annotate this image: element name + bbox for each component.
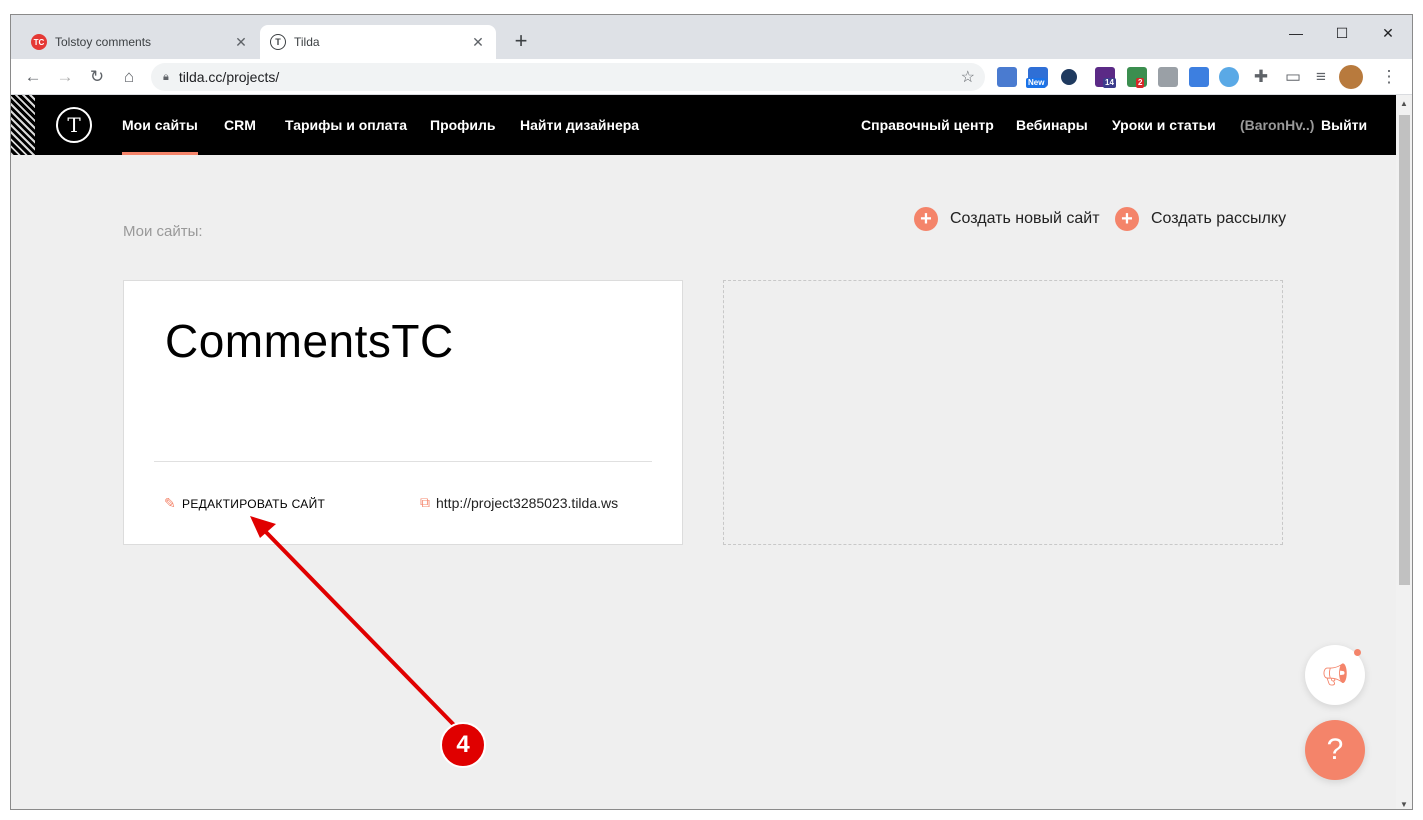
vertical-scrollbar[interactable]: ▲ ▼ [1396, 95, 1412, 809]
browser-window: TC Tolstoy comments ✕ T Tilda ✕ + — ☐ ✕ … [10, 14, 1413, 810]
tilda-favicon-icon: T [270, 34, 286, 50]
tilda-logo-icon[interactable]: T [56, 107, 92, 143]
edit-site-link[interactable]: ✎ РЕДАКТИРОВАТЬ САЙТ [164, 495, 325, 512]
project-title[interactable]: CommentsTC [165, 314, 454, 368]
tab-title: Tolstoy comments [55, 35, 152, 49]
cloud-extension-icon[interactable] [1219, 67, 1239, 87]
address-bar[interactable]: 🔒︎ tilda.cc/projects/ ☆ [151, 63, 985, 91]
user-name: (BaronHv..) [1240, 117, 1315, 133]
browser-toolbar: ← → ↻ ⌂ 🔒︎ tilda.cc/projects/ ☆ New 14 2… [11, 59, 1412, 95]
create-site-label: Создать новый сайт [950, 210, 1100, 227]
extension-icon[interactable] [1061, 69, 1077, 85]
section-title: Мои сайты: [123, 223, 203, 240]
site-url-link[interactable]: ⧉ http://project3285023.tilda.ws [420, 494, 618, 511]
tab-tolstoy-comments[interactable]: TC Tolstoy comments ✕ [21, 25, 259, 59]
tab-tilda[interactable]: T Tilda ✕ [260, 25, 496, 59]
menu-dots-icon[interactable]: ⋮ [1377, 65, 1401, 89]
nav-crm[interactable]: CRM [224, 95, 256, 155]
nav-my-sites[interactable]: Мои сайты [122, 95, 198, 155]
new-badge: New [1026, 78, 1047, 88]
scrollbar-thumb[interactable] [1399, 115, 1410, 585]
site-url-text: http://project3285023.tilda.ws [436, 494, 619, 511]
translate-extension-icon[interactable] [997, 67, 1017, 87]
nav-profile[interactable]: Профиль [430, 95, 496, 155]
count-badge: 2 [1136, 78, 1145, 88]
nav-tariffs[interactable]: Тарифы и оплата [285, 95, 407, 155]
close-icon[interactable]: ✕ [470, 34, 486, 51]
news-megaphone-button[interactable]: 📢︎ [1305, 645, 1365, 705]
count-badge: 14 [1103, 78, 1116, 88]
create-site-button[interactable]: + Создать новый сайт [914, 207, 1100, 231]
scroll-down-icon[interactable]: ▼ [1400, 800, 1408, 809]
help-button[interactable]: ? [1305, 720, 1365, 780]
plus-icon: + [1115, 207, 1139, 231]
mail-extension-icon[interactable]: 2 [1127, 67, 1147, 88]
external-link-icon: ⧉ [420, 494, 430, 510]
new-extension-icon[interactable]: New [1026, 67, 1048, 88]
nav-help-center[interactable]: Справочный центр [861, 95, 994, 155]
megaphone-icon: 📢︎ [1321, 662, 1349, 687]
tab-strip: TC Tolstoy comments ✕ T Tilda ✕ + — ☐ ✕ [11, 15, 1412, 59]
reload-icon[interactable]: ↻ [85, 65, 109, 89]
lock-icon: 🔒︎ [163, 70, 169, 83]
empty-project-slot [723, 280, 1283, 545]
window-close-button[interactable]: ✕ [1365, 19, 1411, 47]
nav-find-designer[interactable]: Найти дизайнера [520, 95, 639, 155]
create-mailing-label: Создать рассылку [1151, 210, 1287, 227]
cast-icon[interactable]: ▭ [1281, 65, 1305, 89]
avatar[interactable] [1339, 65, 1363, 89]
reading-list-icon[interactable]: ≡ [1309, 65, 1333, 89]
new-tab-button[interactable]: + [509, 29, 533, 53]
tab-title: Tilda [294, 35, 320, 49]
tilda-header: T Мои сайты CRM Тарифы и оплата Профиль … [11, 95, 1396, 155]
home-icon[interactable]: ⌂ [117, 65, 141, 89]
create-mailing-button[interactable]: + Создать рассылку [1115, 207, 1286, 231]
url-text: tilda.cc/projects/ [178, 69, 280, 85]
plus-icon: + [914, 207, 938, 231]
forward-arrow-icon[interactable]: → [53, 65, 77, 89]
minimize-button[interactable]: — [1273, 19, 1319, 47]
logout-link[interactable]: Выйти [1321, 95, 1367, 155]
pencil-icon: ✎ [164, 495, 177, 511]
page-viewport: T Мои сайты CRM Тарифы и оплата Профиль … [11, 95, 1396, 809]
puzzle-icon[interactable]: ✚ [1249, 65, 1273, 89]
scroll-up-icon[interactable]: ▲ [1400, 99, 1408, 108]
zigzag-decoration [11, 95, 35, 155]
profile-extension-icon[interactable] [1158, 67, 1178, 87]
close-icon[interactable]: ✕ [233, 34, 249, 51]
divider [154, 461, 652, 462]
project-card[interactable]: CommentsTC ✎ РЕДАКТИРОВАТЬ САЙТ ⧉ http:/… [123, 280, 683, 545]
notification-dot [1354, 649, 1361, 656]
nav-lessons[interactable]: Уроки и статьи [1112, 95, 1216, 155]
step-number-badge: 4 [440, 722, 486, 768]
nav-webinars[interactable]: Вебинары [1016, 95, 1088, 155]
tolstoy-favicon-icon: TC [31, 34, 47, 50]
maximize-button[interactable]: ☐ [1319, 19, 1365, 47]
education-extension-icon[interactable]: 14 [1095, 67, 1116, 88]
bookmark-star-icon[interactable]: ☆ [961, 67, 975, 87]
v-extension-icon[interactable] [1189, 67, 1209, 87]
back-arrow-icon[interactable]: ← [21, 65, 45, 89]
edit-site-label: РЕДАКТИРОВАТЬ САЙТ [182, 496, 326, 511]
